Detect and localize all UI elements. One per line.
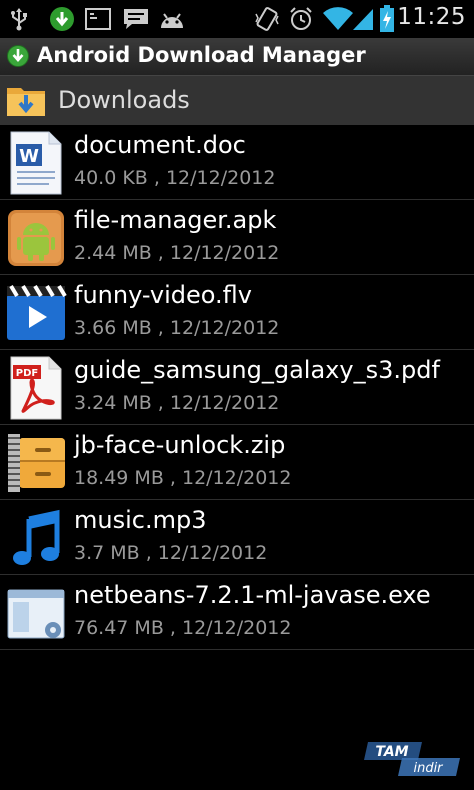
clock-time: 11:25 [397,4,466,30]
download-manager-app-icon [7,45,29,67]
download-notification-icon [49,6,75,32]
file-row[interactable]: PDF guide_samsung_galaxy_s3.pdf 3.24 MB … [0,350,474,425]
file-row[interactable]: jb-face-unlock.zip 18.49 MB , 12/12/2012 [0,425,474,500]
svg-text:TAM: TAM [375,744,408,760]
android-debug-icon [158,6,186,32]
file-name: music.mp3 [74,506,207,534]
wifi-icon [322,6,354,32]
alarm-icon [288,6,314,32]
file-meta: 3.66 MB , 12/12/2012 [74,317,280,339]
folder-title: Downloads [58,86,190,114]
zip-archive-icon [5,430,67,496]
file-name: funny-video.flv [74,281,252,309]
svg-text:W: W [19,146,39,167]
app-title-bar: Android Download Manager [0,38,474,76]
file-row[interactable]: netbeans-7.2.1-ml-javase.exe 76.47 MB , … [0,575,474,650]
file-meta: 40.0 KB , 12/12/2012 [74,167,276,189]
downloads-folder-icon [6,82,46,118]
video-icon [5,280,67,346]
file-row[interactable]: music.mp3 3.7 MB , 12/12/2012 [0,500,474,575]
file-meta: 18.49 MB , 12/12/2012 [74,467,292,489]
file-name: netbeans-7.2.1-ml-javase.exe [74,581,431,609]
pdf-icon: PDF [5,355,67,421]
signal-icon [352,6,374,32]
music-note-icon [5,505,67,571]
file-meta: 3.7 MB , 12/12/2012 [74,542,268,564]
file-meta: 3.24 MB , 12/12/2012 [74,392,280,414]
svg-text:PDF: PDF [16,368,38,379]
file-list: W document.doc 40.0 KB , 12/12/2012 file… [0,125,474,650]
screenshot-icon [85,6,111,32]
message-icon [122,6,150,32]
usb-icon [8,6,30,32]
executable-icon [5,580,67,646]
svg-text:indir: indir [413,761,444,776]
android-package-icon [5,205,67,271]
vibrate-icon [255,6,279,32]
folder-header[interactable]: Downloads [0,76,474,125]
file-meta: 76.47 MB , 12/12/2012 [74,617,292,639]
battery-charging-icon [378,5,396,32]
file-row[interactable]: W document.doc 40.0 KB , 12/12/2012 [0,125,474,200]
file-name: file-manager.apk [74,206,277,234]
file-meta: 2.44 MB , 12/12/2012 [74,242,280,264]
app-title: Android Download Manager [37,43,366,67]
tamindir-watermark-logo: TAM indir [362,738,462,778]
file-name: guide_samsung_galaxy_s3.pdf [74,356,440,384]
file-name: document.doc [74,131,246,159]
word-document-icon: W [5,130,67,196]
file-row[interactable]: funny-video.flv 3.66 MB , 12/12/2012 [0,275,474,350]
status-bar: 11:25 [0,0,474,38]
file-name: jb-face-unlock.zip [74,431,286,459]
file-row[interactable]: file-manager.apk 2.44 MB , 12/12/2012 [0,200,474,275]
